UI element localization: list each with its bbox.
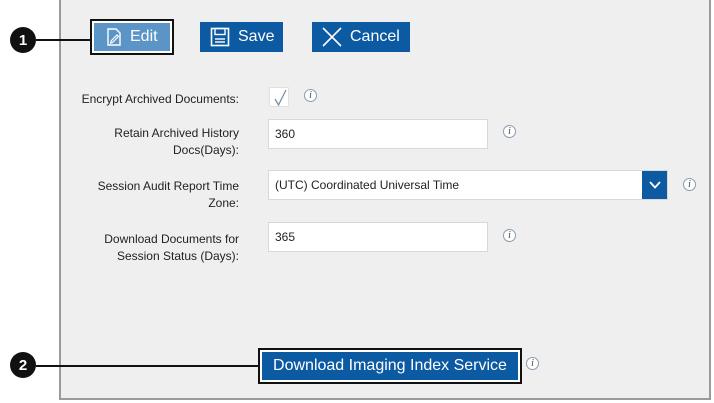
callout-2-number: 2: [18, 356, 28, 374]
download-docs-label-line2: Session Status (Days):: [116, 249, 239, 263]
save-label: Save: [238, 28, 275, 45]
cancel-label: Cancel: [350, 28, 400, 45]
callout-1-number: 1: [18, 31, 28, 49]
retain-label-line2: Docs(Days):: [172, 143, 239, 157]
info-glyph: i: [309, 90, 312, 101]
download-docs-label: Download Documents for Session Status (D…: [104, 231, 239, 265]
callout-1: 1: [10, 27, 36, 53]
save-button[interactable]: Save: [200, 22, 283, 52]
download-service-label: Download Imaging Index Service: [273, 357, 507, 374]
info-glyph: i: [508, 126, 511, 137]
close-icon: [322, 27, 342, 47]
download-docs-days-input[interactable]: 365: [268, 222, 488, 252]
info-glyph: i: [688, 179, 691, 190]
info-icon-retain[interactable]: i: [503, 125, 516, 138]
timezone-label: Session Audit Report Time Zone:: [98, 178, 239, 212]
callout-2: 2: [10, 352, 36, 378]
timezone-label-line1: Session Audit Report Time: [97, 179, 239, 193]
retain-days-input[interactable]: 360: [268, 119, 488, 149]
encrypt-label: Encrypt Archived Documents:: [82, 91, 239, 108]
callout-2-line: [36, 365, 260, 367]
timezone-value: (UTC) Coordinated Universal Time: [275, 178, 460, 192]
info-icon-download-docs[interactable]: i: [503, 229, 516, 242]
checkmark-icon: [274, 89, 287, 107]
timezone-label-line2: Zone:: [208, 196, 239, 210]
info-icon-download-service[interactable]: i: [526, 357, 539, 370]
info-icon-encrypt[interactable]: i: [304, 89, 317, 102]
retain-label: Retain Archived History Docs(Days):: [114, 125, 239, 159]
cancel-button[interactable]: Cancel: [312, 22, 410, 52]
download-imaging-index-service-button[interactable]: Download Imaging Index Service: [258, 348, 522, 384]
save-icon: [210, 27, 230, 47]
download-docs-days-value: 365: [275, 230, 296, 244]
callout-1-line: [36, 39, 92, 41]
info-glyph: i: [531, 358, 534, 369]
info-icon-timezone[interactable]: i: [683, 178, 696, 191]
edit-button[interactable]: Edit: [90, 19, 174, 55]
retain-label-line1: Retain Archived History: [114, 126, 239, 140]
edit-label: Edit: [130, 28, 158, 45]
encrypt-label-text: Encrypt Archived Documents:: [81, 92, 239, 106]
encrypt-checkbox[interactable]: [269, 87, 289, 107]
download-docs-label-line1: Download Documents for: [104, 232, 239, 246]
timezone-select[interactable]: (UTC) Coordinated Universal Time: [268, 170, 668, 200]
retain-days-value: 360: [275, 127, 296, 141]
info-glyph: i: [508, 230, 511, 241]
chevron-down-icon[interactable]: [642, 171, 667, 199]
edit-icon: [106, 28, 122, 46]
